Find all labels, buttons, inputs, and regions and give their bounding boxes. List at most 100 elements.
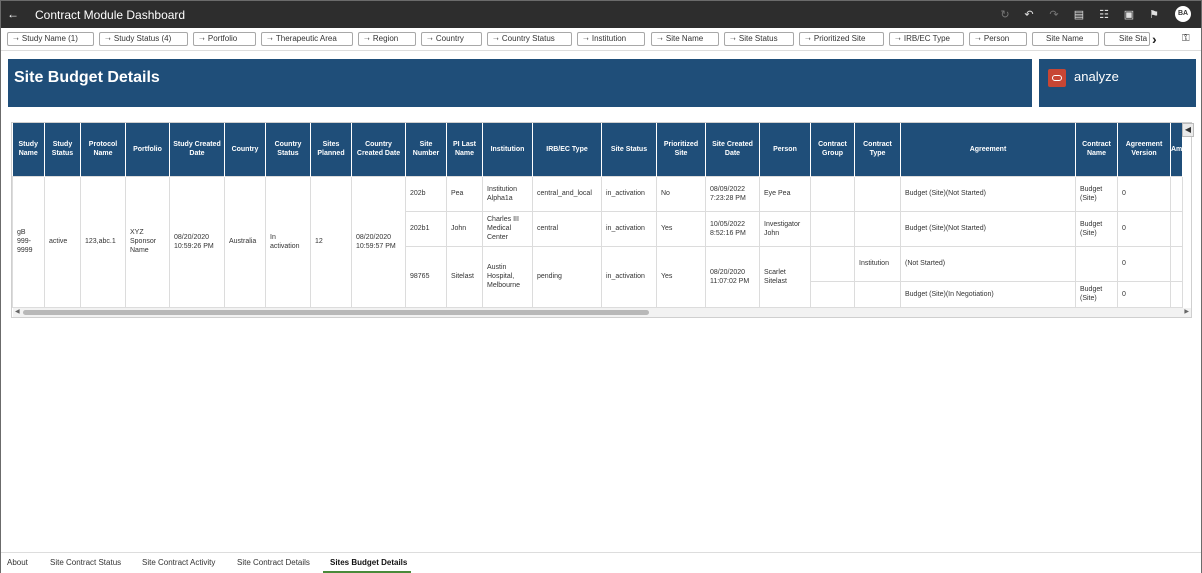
site-created-date-cell: 08/20/2020 11:07:02 PM — [705, 245, 760, 308]
tab-sites-budget-details[interactable]: Sites Budget Details — [330, 558, 407, 567]
filter-chip[interactable]: ➝ Institution — [577, 32, 645, 46]
filter-chip-label: Country — [435, 34, 464, 43]
filter-chip[interactable]: ➝ Country — [421, 32, 482, 46]
contract-name-cell: Budget (Site) — [1075, 280, 1118, 308]
back-arrow-icon[interactable]: ← — [6, 7, 20, 21]
column-header[interactable]: Study Name — [12, 123, 45, 176]
column-header[interactable]: Agreement Version — [1117, 123, 1171, 176]
column-header[interactable]: Study Status — [44, 123, 81, 176]
column-header[interactable]: Contract Type — [854, 123, 901, 176]
agreement-version-cell: 0 — [1117, 175, 1171, 212]
pi-last-name-cell: Sitelast — [446, 245, 483, 308]
filter-chip[interactable]: ➝ Region — [358, 32, 416, 46]
sites-planned-cell: 12 — [310, 175, 352, 308]
filter-chip-label: IRB/EC Type — [903, 34, 950, 43]
refresh-icon[interactable]: ↻ — [998, 8, 1012, 22]
column-header[interactable]: Site Number — [405, 123, 447, 176]
filter-bar: ➝ Study Name (1) ➝ Study Status (4) ➝ Portf… — [1, 28, 1201, 51]
contract-group-cell — [810, 175, 855, 212]
pin-icon: ➝ — [267, 36, 273, 43]
brand-label: analyze — [1074, 69, 1119, 84]
column-header[interactable]: Institution — [482, 123, 533, 176]
person-cell: Eye Pea — [759, 175, 811, 212]
irb-type-cell: central — [532, 210, 602, 247]
agreement-version-cell: 0 — [1117, 210, 1171, 247]
scroll-right-icon[interactable]: ▶ — [1184, 308, 1189, 315]
bottom-tab-bar: About Site Contract Status Site Contract… — [1, 552, 1201, 573]
contract-group-cell — [810, 280, 855, 308]
truncated-cell — [1169, 280, 1184, 308]
filter-chip-label: Study Name (1) — [21, 34, 78, 43]
institution-cell: Austin Hospital, Melbourne — [482, 245, 533, 308]
pin-icon: ➝ — [657, 36, 663, 43]
filter-chip[interactable]: ➝ Study Status (4) — [99, 32, 188, 46]
column-header[interactable]: Country Created Date — [351, 123, 406, 176]
contract-type-cell: Institution — [854, 245, 901, 282]
filter-chip-label: Site Name — [1046, 34, 1084, 43]
filter-chip[interactable]: ➝ Prioritized Site — [799, 32, 884, 46]
tab-site-contract-details[interactable]: Site Contract Details — [237, 558, 310, 567]
column-header[interactable]: Site Status — [601, 123, 657, 176]
filter-chip[interactable]: ➝ Country Status — [487, 32, 572, 46]
column-header[interactable]: Person — [759, 123, 811, 176]
agreement-cell: Budget (Site)(In Negotiation) — [900, 280, 1076, 308]
pin-icon: ➝ — [805, 36, 811, 43]
filter-chip[interactable]: Site Sta — [1104, 32, 1150, 46]
chevron-right-icon[interactable]: › — [1152, 31, 1157, 47]
site-number-cell: 98765 — [405, 245, 447, 308]
column-header[interactable]: Agreement — [900, 123, 1076, 176]
contract-group-cell — [810, 245, 855, 282]
column-header[interactable]: Study Created Date — [169, 123, 225, 176]
column-header[interactable]: Am — [1170, 123, 1184, 176]
tab-site-contract-status[interactable]: Site Contract Status — [50, 558, 121, 567]
site-status-cell: in_activation — [601, 245, 657, 308]
portfolio-cell: XYZ Sponsor Name — [125, 175, 170, 308]
filter-chip[interactable]: ➝ Site Name — [651, 32, 719, 46]
column-header[interactable]: Portfolio — [125, 123, 170, 176]
print-icon[interactable]: ▤ — [1072, 8, 1086, 22]
contract-type-cell — [854, 210, 901, 247]
filter-chip[interactable]: ➝ Study Name (1) — [7, 32, 94, 46]
pin-icon: ➝ — [493, 36, 499, 43]
tab-site-contract-activity[interactable]: Site Contract Activity — [142, 558, 215, 567]
filter-chip-label: Country Status — [501, 34, 555, 43]
horizontal-scrollbar[interactable]: ◀ ▶ — [13, 308, 1191, 317]
column-header[interactable]: PI Last Name — [446, 123, 483, 176]
column-header[interactable]: Protocol Name — [80, 123, 126, 176]
scrollbar-thumb[interactable] — [23, 310, 649, 315]
column-header[interactable]: Country — [224, 123, 266, 176]
column-header[interactable]: IRB/EC Type — [532, 123, 602, 176]
filter-icon[interactable]: ⚿ — [1182, 33, 1190, 44]
export-icon[interactable]: ▣ — [1122, 8, 1136, 22]
bookmark-icon[interactable]: ⚑ — [1147, 8, 1161, 22]
filter-chip[interactable]: ➝ Person — [969, 32, 1027, 46]
undo-icon[interactable]: ↶ — [1022, 8, 1036, 22]
site-number-cell: 202b1 — [405, 210, 447, 247]
column-header[interactable]: Contract Group — [810, 123, 855, 176]
filter-chip[interactable]: ➝ IRB/EC Type — [889, 32, 964, 46]
pin-icon: ➝ — [13, 36, 19, 43]
filter-chip[interactable]: ➝ Therapeutic Area — [261, 32, 353, 46]
tab-about[interactable]: About — [7, 558, 28, 567]
comment-icon[interactable]: ☷ — [1097, 8, 1111, 22]
contract-group-cell — [810, 210, 855, 247]
column-header[interactable]: Contract Name — [1075, 123, 1118, 176]
collapse-left-icon[interactable]: ◀ — [1182, 123, 1194, 137]
column-header[interactable]: Sites Planned — [310, 123, 352, 176]
column-header[interactable]: Prioritized Site — [656, 123, 706, 176]
agreement-cell: Budget (Site)(Not Started) — [900, 175, 1076, 212]
filter-chip[interactable]: ➝ Site Status — [724, 32, 794, 46]
column-header[interactable]: Country Status — [265, 123, 311, 176]
page-title: Site Budget Details — [14, 69, 160, 86]
column-header[interactable]: Site Created Date — [705, 123, 760, 176]
avatar[interactable]: BA — [1175, 6, 1191, 22]
pi-last-name-cell: John — [446, 210, 483, 247]
scroll-left-icon[interactable]: ◀ — [15, 308, 20, 315]
prioritized-site-cell: No — [656, 175, 706, 212]
brand-panel: analyze — [1039, 59, 1196, 107]
filter-chip[interactable]: Site Name — [1032, 32, 1099, 46]
filter-chip[interactable]: ➝ Portfolio — [193, 32, 256, 46]
country-cell: Australia — [224, 175, 266, 308]
redo-icon[interactable]: ↷ — [1047, 8, 1061, 22]
filter-chip-label: Portfolio — [207, 34, 238, 43]
